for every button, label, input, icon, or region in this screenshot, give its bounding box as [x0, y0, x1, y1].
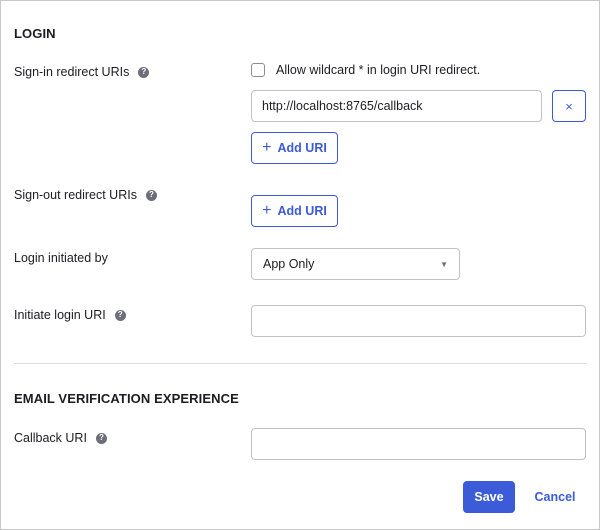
- signin-redirect-label-text: Sign-in redirect URIs: [14, 65, 130, 79]
- login-initiated-by-select[interactable]: App Only ▼: [251, 248, 460, 280]
- initiate-login-uri-label-text: Initiate login URI: [14, 308, 106, 322]
- add-signin-uri-button[interactable]: + Add URI: [251, 132, 338, 164]
- initiate-login-uri-label: Initiate login URI ?: [14, 308, 126, 322]
- callback-uri-label-text: Callback URI: [14, 431, 87, 445]
- wildcard-checkbox-label: Allow wildcard * in login URI redirect.: [276, 63, 481, 77]
- add-signout-uri-button[interactable]: + Add URI: [251, 195, 338, 227]
- signin-redirect-uri-input[interactable]: http://localhost:8765/callback: [251, 90, 542, 122]
- settings-panel: LOGIN Sign-in redirect URIs ? Allow wild…: [0, 0, 600, 530]
- cancel-button[interactable]: Cancel: [529, 481, 581, 513]
- signin-redirect-label: Sign-in redirect URIs ?: [14, 65, 150, 79]
- add-signout-uri-label: Add URI: [277, 204, 327, 218]
- signout-redirect-label: Sign-out redirect URIs ?: [14, 188, 157, 202]
- initiate-login-uri-input[interactable]: [251, 305, 586, 337]
- callback-uri-input[interactable]: [251, 428, 586, 460]
- callback-uri-label: Callback URI ?: [14, 431, 107, 445]
- help-icon[interactable]: ?: [95, 432, 107, 444]
- section-divider: [14, 363, 587, 364]
- login-initiated-by-value: App Only: [263, 257, 315, 271]
- plus-icon: +: [262, 139, 272, 156]
- plus-icon: +: [262, 202, 272, 219]
- wildcard-checkbox[interactable]: [251, 63, 265, 77]
- wildcard-option[interactable]: Allow wildcard * in login URI redirect.: [251, 63, 480, 77]
- signout-redirect-label-text: Sign-out redirect URIs: [14, 188, 137, 202]
- login-section-title: LOGIN: [14, 26, 56, 41]
- save-button[interactable]: Save: [463, 481, 515, 513]
- remove-uri-button[interactable]: ×: [552, 90, 586, 122]
- chevron-down-icon: ▼: [440, 259, 448, 269]
- help-icon[interactable]: ?: [138, 66, 150, 78]
- add-signin-uri-label: Add URI: [277, 141, 327, 155]
- help-icon[interactable]: ?: [145, 189, 157, 201]
- help-icon[interactable]: ?: [114, 309, 126, 321]
- close-icon: ×: [565, 98, 573, 114]
- login-initiated-by-label: Login initiated by: [14, 251, 108, 265]
- email-verification-section-title: EMAIL VERIFICATION EXPERIENCE: [14, 391, 239, 406]
- login-initiated-by-label-text: Login initiated by: [14, 251, 108, 265]
